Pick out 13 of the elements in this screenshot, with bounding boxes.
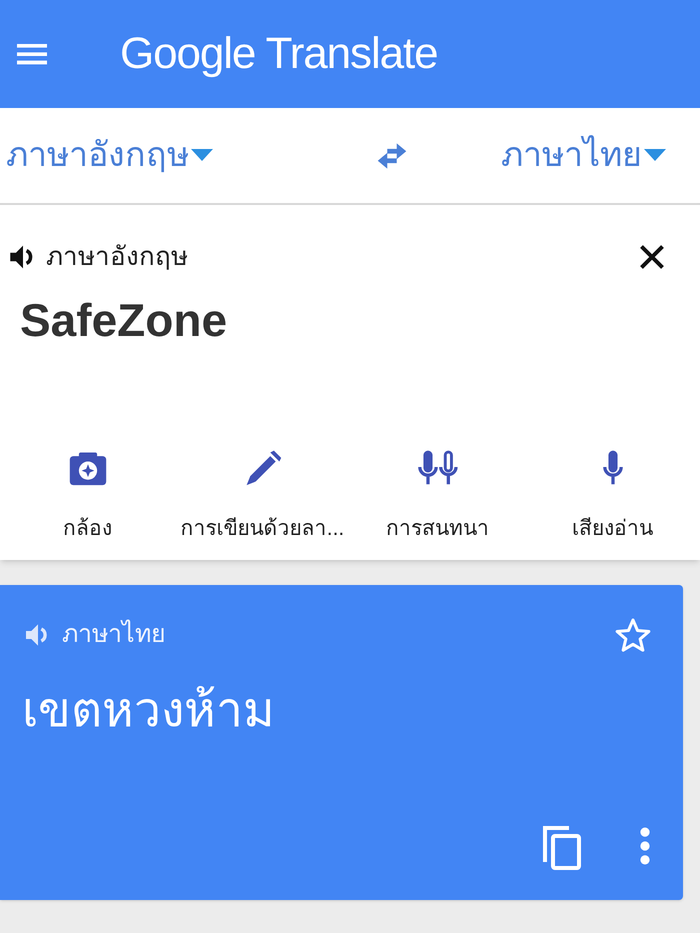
source-language-label: ภาษาอังกฤษ [46, 240, 188, 273]
input-text[interactable]: SafeZone [0, 286, 700, 355]
app-title: Google Translate [120, 28, 438, 80]
tool-button[interactable]: การเขียนด้วยลา... [175, 446, 350, 544]
dropdown-icon [644, 148, 666, 162]
tool-button[interactable]: เสียงอ่าน [525, 446, 700, 544]
language-selector[interactable]: ภาษาไทย [501, 130, 666, 181]
tool-button[interactable]: การสนทนา [350, 446, 525, 544]
translation-text: เขตหวงห้าม [22, 683, 276, 739]
tool-button[interactable]: กล้อง [0, 446, 175, 544]
dropdown-icon [191, 148, 213, 162]
target-language-label: ภาษาไทย [62, 618, 166, 650]
language-selector[interactable]: ภาษาอังกฤษ [6, 130, 213, 181]
